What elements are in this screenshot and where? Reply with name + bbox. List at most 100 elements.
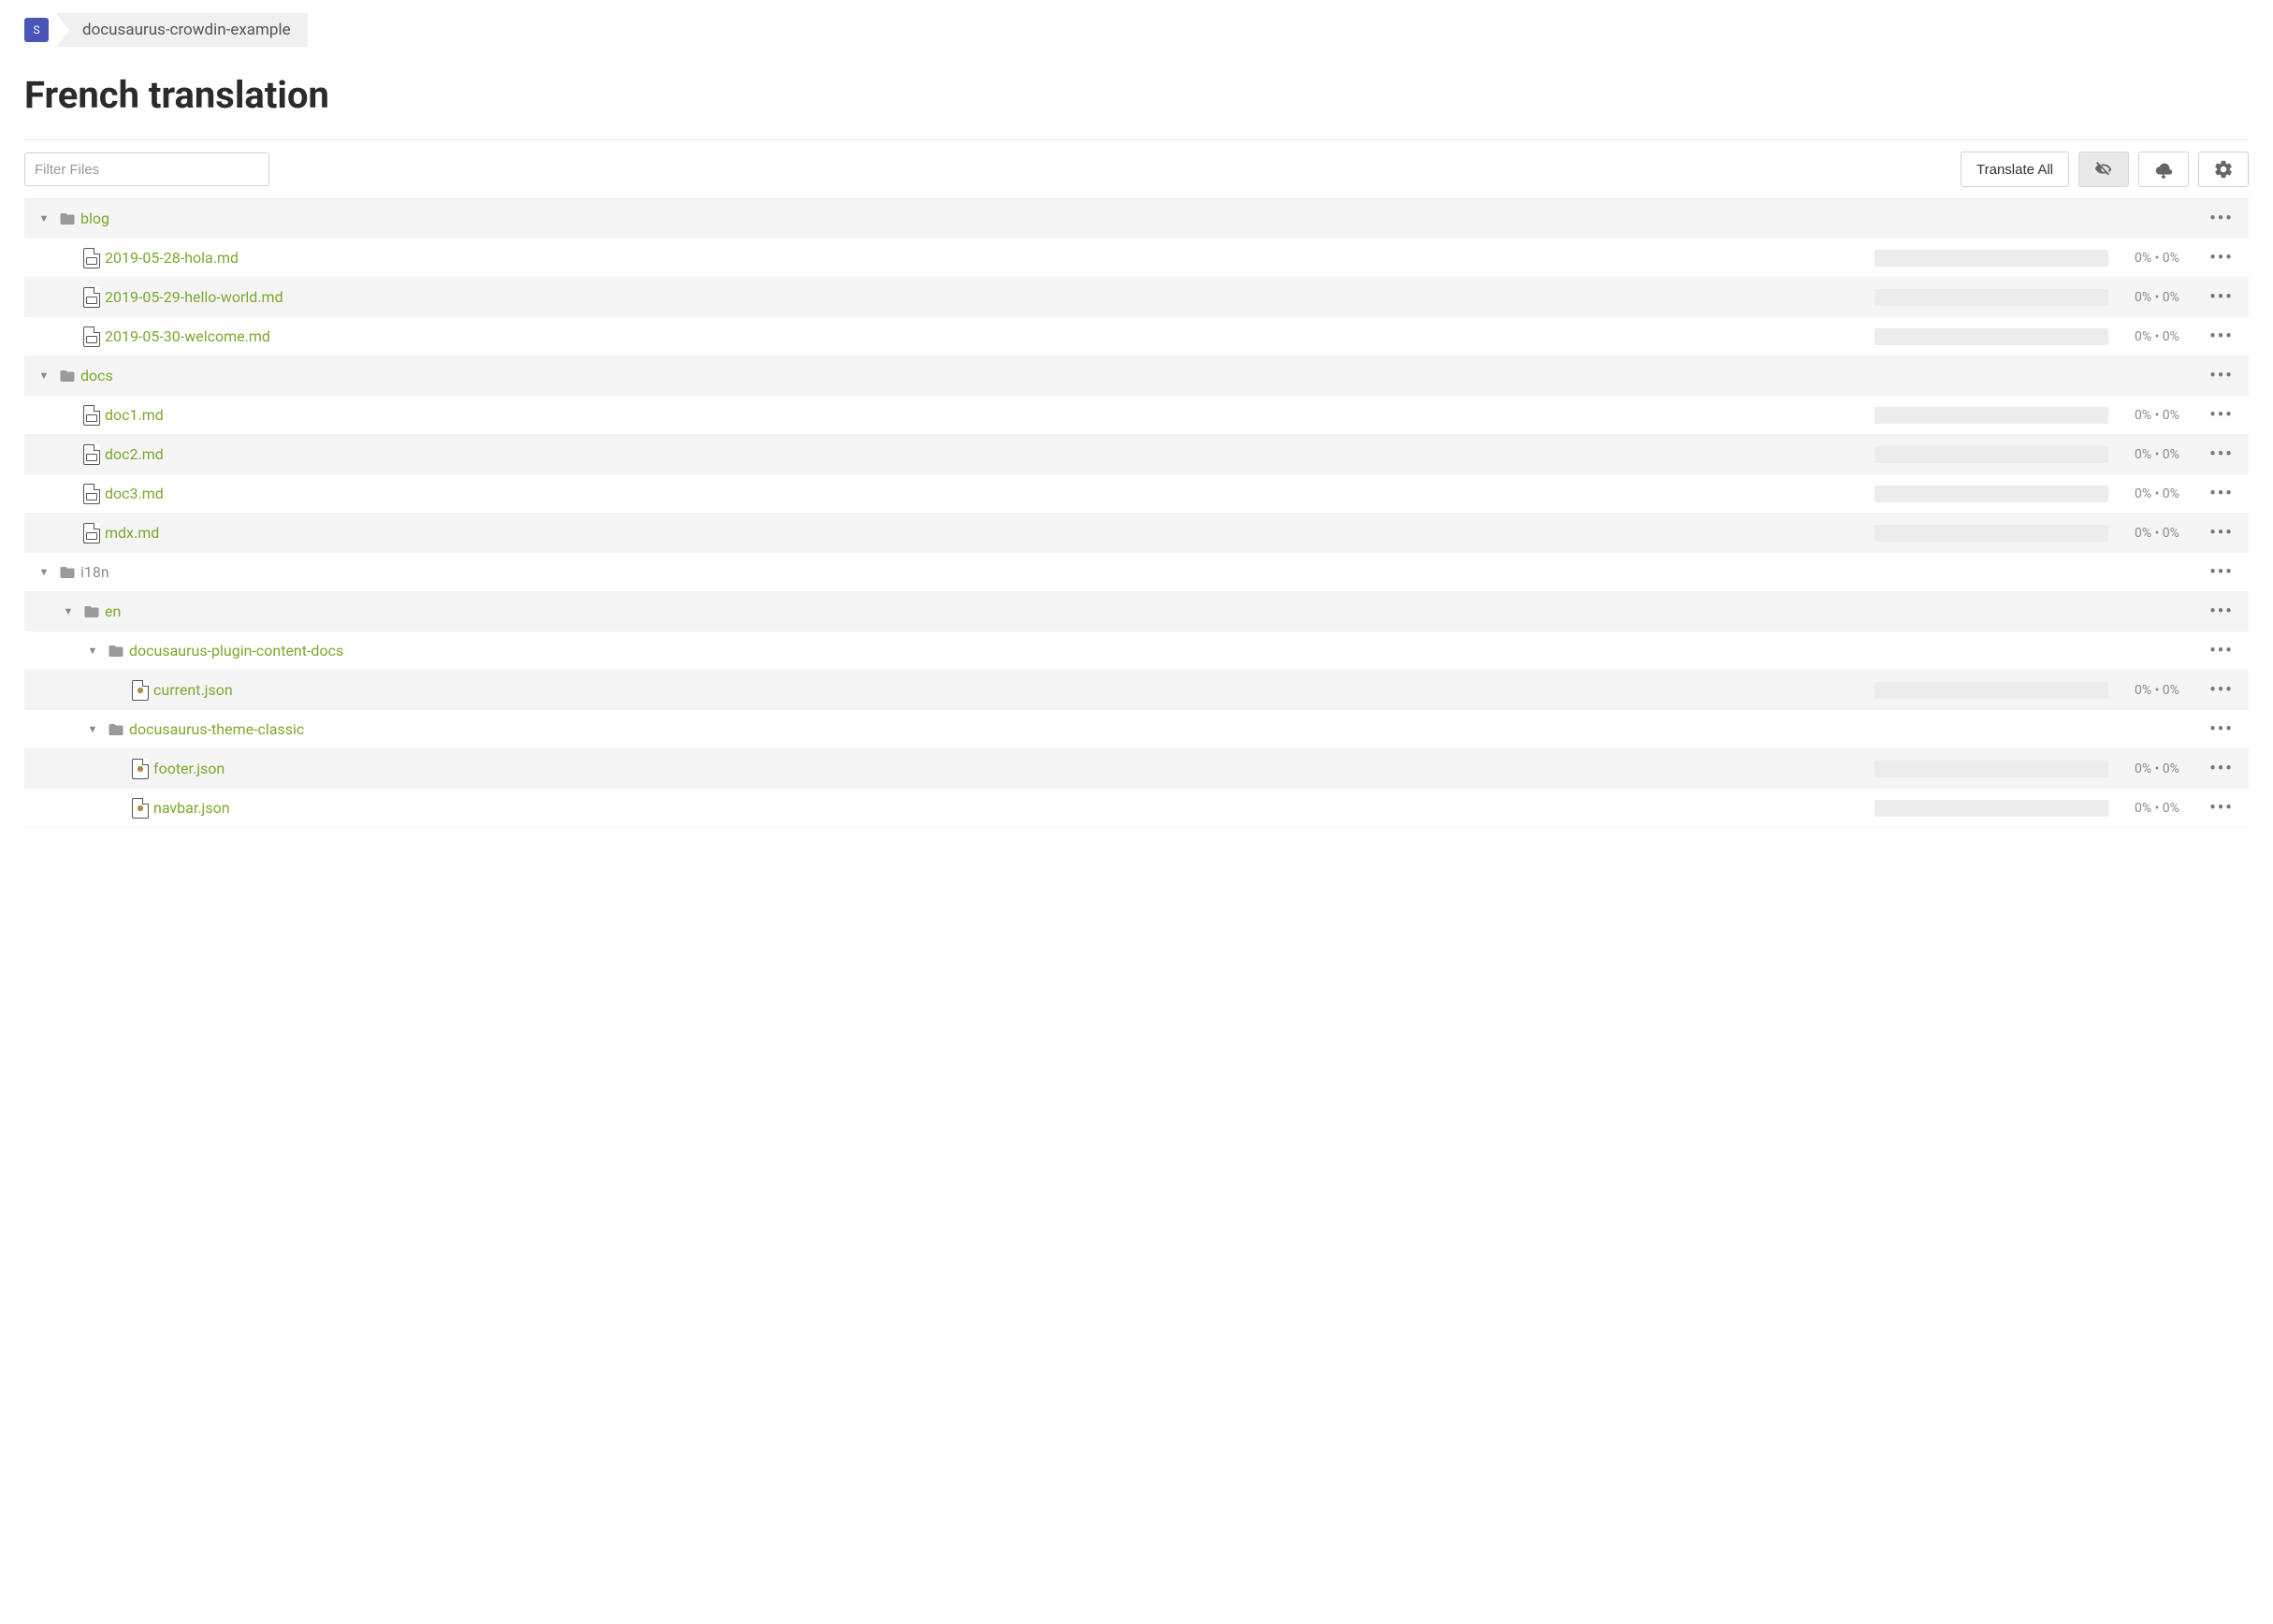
markdown-file-icon	[79, 405, 105, 426]
translate-all-button[interactable]: Translate All	[1961, 152, 2069, 187]
progress-bar	[1875, 525, 2108, 542]
file-name[interactable]: mdx.md	[105, 524, 1858, 542]
eye-off-icon	[2093, 159, 2114, 180]
settings-button[interactable]	[2198, 152, 2249, 187]
toolbar: Translate All	[24, 152, 2249, 187]
row-more-button[interactable]: •••	[2208, 719, 2236, 739]
folder-row: ▼ docusaurus-plugin-content-docs •••	[24, 631, 2249, 671]
row-more-button[interactable]: •••	[2208, 405, 2236, 425]
row-more-button[interactable]: •••	[2208, 562, 2236, 582]
file-name[interactable]: navbar.json	[153, 799, 1858, 817]
filter-input[interactable]	[24, 152, 269, 186]
row-more-button[interactable]: •••	[2208, 484, 2236, 503]
file-name[interactable]: 2019-05-30-welcome.md	[105, 327, 1858, 345]
progress-bar	[1875, 486, 2108, 502]
page-title: French translation	[24, 73, 2249, 117]
file-row: ▼doc2.md0% • 0%•••	[24, 435, 2249, 474]
folder-row: ▼ i18n •••	[24, 553, 2249, 592]
file-row: ▼2019-05-30-welcome.md0% • 0%•••	[24, 317, 2249, 356]
folder-row: ▼ en •••	[24, 592, 2249, 631]
file-name[interactable]: 2019-05-28-hola.md	[105, 249, 1858, 267]
folder-row: ▼ docs •••	[24, 356, 2249, 396]
progress-percent: 0% • 0%	[2135, 761, 2208, 776]
progress-bar	[1875, 446, 2108, 463]
row-more-button[interactable]: •••	[2208, 287, 2236, 307]
row-more-button[interactable]: •••	[2208, 680, 2236, 700]
markdown-file-icon	[79, 523, 105, 544]
progress-bar	[1875, 289, 2108, 306]
progress-bar	[1875, 761, 2108, 777]
progress-percent: 0% • 0%	[2135, 408, 2208, 423]
json-file-icon	[127, 798, 153, 819]
progress-percent: 0% • 0%	[2135, 329, 2208, 344]
file-name[interactable]: current.json	[153, 681, 1858, 699]
expand-caret[interactable]: ▼	[34, 212, 54, 225]
folder-name[interactable]: en	[105, 602, 1858, 620]
progress-bar	[1875, 407, 2108, 424]
row-more-button[interactable]: •••	[2208, 248, 2236, 268]
progress-bar	[1875, 800, 2108, 817]
file-name[interactable]: doc1.md	[105, 406, 1858, 424]
file-row: ▼2019-05-29-hello-world.md0% • 0%•••	[24, 278, 2249, 317]
folder-row: ▼ docusaurus-theme-classic •••	[24, 710, 2249, 749]
folder-icon	[54, 564, 80, 581]
markdown-file-icon	[79, 484, 105, 504]
row-more-button[interactable]: •••	[2208, 366, 2236, 385]
progress-percent: 0% • 0%	[2135, 290, 2208, 305]
expand-caret[interactable]: ▼	[82, 723, 103, 735]
row-more-button[interactable]: •••	[2208, 641, 2236, 660]
progress-percent: 0% • 0%	[2135, 683, 2208, 698]
folder-name[interactable]: docusaurus-theme-classic	[129, 720, 1858, 738]
row-more-button[interactable]: •••	[2208, 209, 2236, 228]
visibility-toggle-button[interactable]	[2078, 152, 2129, 187]
progress-percent: 0% • 0%	[2135, 526, 2208, 541]
expand-caret[interactable]: ▼	[34, 566, 54, 578]
file-row: ▼mdx.md0% • 0%•••	[24, 514, 2249, 553]
folder-row: ▼ blog •••	[24, 199, 2249, 239]
progress-percent: 0% • 0%	[2135, 251, 2208, 266]
row-more-button[interactable]: •••	[2208, 523, 2236, 543]
file-row: ▼navbar.json0% • 0%•••	[24, 789, 2249, 828]
markdown-file-icon	[79, 287, 105, 308]
gear-icon	[2213, 159, 2234, 180]
folder-name[interactable]: docs	[80, 367, 1858, 384]
folder-name[interactable]: i18n	[80, 563, 1858, 581]
folder-icon	[103, 643, 129, 660]
expand-caret[interactable]: ▼	[34, 370, 54, 382]
json-file-icon	[127, 759, 153, 779]
row-more-button[interactable]: •••	[2208, 798, 2236, 818]
breadcrumb-project[interactable]: docusaurus-crowdin-example	[56, 13, 308, 47]
folder-name[interactable]: blog	[80, 210, 1858, 227]
progress-bar	[1875, 250, 2108, 267]
project-avatar[interactable]: S	[24, 18, 49, 42]
file-row: ▼current.json0% • 0%•••	[24, 671, 2249, 710]
progress-bar	[1875, 682, 2108, 699]
divider	[24, 139, 2249, 140]
row-more-button[interactable]: •••	[2208, 326, 2236, 346]
progress-percent: 0% • 0%	[2135, 486, 2208, 501]
folder-name[interactable]: docusaurus-plugin-content-docs	[129, 642, 1858, 660]
file-name[interactable]: footer.json	[153, 760, 1858, 777]
file-name[interactable]: doc3.md	[105, 485, 1858, 502]
file-name[interactable]: 2019-05-29-hello-world.md	[105, 288, 1858, 306]
file-row: ▼footer.json0% • 0%•••	[24, 749, 2249, 789]
markdown-file-icon	[79, 444, 105, 465]
progress-bar	[1875, 328, 2108, 345]
file-tree: ▼blog•••▼2019-05-28-hola.md0% • 0%•••▼20…	[24, 198, 2249, 828]
folder-icon	[54, 368, 80, 384]
file-row: ▼doc1.md0% • 0%•••	[24, 396, 2249, 435]
expand-caret[interactable]: ▼	[82, 645, 103, 657]
expand-caret[interactable]: ▼	[58, 605, 79, 617]
row-more-button[interactable]: •••	[2208, 444, 2236, 464]
file-name[interactable]: doc2.md	[105, 445, 1858, 463]
row-more-button[interactable]: •••	[2208, 759, 2236, 778]
markdown-file-icon	[79, 248, 105, 268]
cloud-sync-icon	[2153, 159, 2174, 180]
folder-icon	[79, 603, 105, 620]
progress-percent: 0% • 0%	[2135, 801, 2208, 816]
sync-button[interactable]	[2138, 152, 2189, 187]
folder-icon	[103, 721, 129, 738]
row-more-button[interactable]: •••	[2208, 602, 2236, 621]
json-file-icon	[127, 680, 153, 701]
breadcrumb: S docusaurus-crowdin-example	[24, 13, 2249, 47]
